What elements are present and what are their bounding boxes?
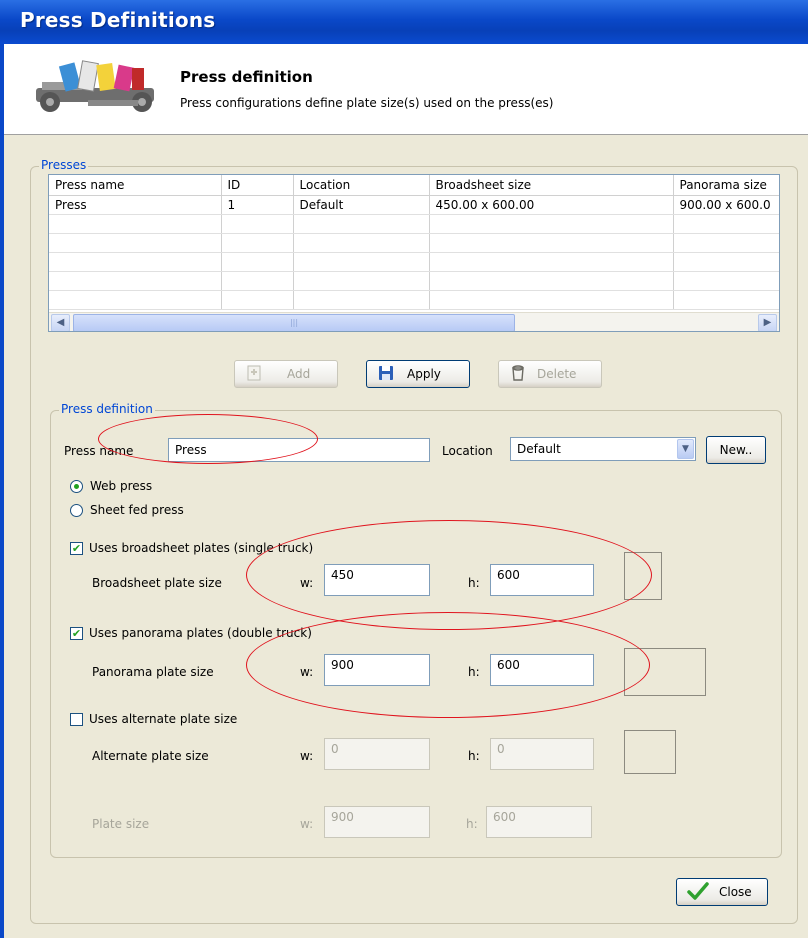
- web-press-radio[interactable]: [70, 480, 83, 493]
- close-button-label: Close: [719, 885, 752, 899]
- press-definition-legend: Press definition: [59, 402, 155, 416]
- alternate-plate-preview: [624, 730, 676, 774]
- delete-button[interactable]: Delete: [498, 360, 602, 388]
- panorama-width-input[interactable]: [324, 654, 430, 686]
- broadsheet-w-label: w:: [300, 576, 314, 590]
- scrollbar-thumb[interactable]: |||: [73, 314, 515, 331]
- press-definitions-window: Press Definitions Press definition Press…: [0, 0, 808, 938]
- sheet-fed-press-radio[interactable]: [70, 504, 83, 517]
- alternate-height-input[interactable]: [490, 738, 594, 770]
- press-name-label: Press name: [64, 444, 134, 458]
- plate-w-label: w:: [300, 817, 314, 831]
- title-bar[interactable]: Press Definitions: [0, 0, 808, 44]
- press-machine-icon: [32, 58, 162, 119]
- cell-location: Default: [293, 195, 430, 215]
- column-header-location[interactable]: Location: [293, 175, 430, 196]
- cell-panorama-size: 900.00 x 600.0: [673, 195, 779, 215]
- broadsheet-h-label: h:: [468, 576, 480, 590]
- apply-button-label: Apply: [407, 367, 441, 381]
- header-title: Press definition: [180, 68, 313, 86]
- table-row-empty: [49, 233, 779, 253]
- table-row-empty: [49, 214, 779, 234]
- broadsheet-checkbox[interactable]: ✔: [70, 542, 83, 555]
- panorama-height-input[interactable]: [490, 654, 594, 686]
- cell-id: 1: [221, 195, 294, 215]
- sheet-fed-press-label[interactable]: Sheet fed press: [90, 503, 184, 517]
- table-row-empty: [49, 271, 779, 291]
- window-title: Press Definitions: [20, 8, 216, 32]
- table-header-row: Press name ID Location Broadsheet size P…: [49, 175, 779, 196]
- header-subtitle: Press configurations define plate size(s…: [180, 96, 554, 110]
- presses-table[interactable]: Press name ID Location Broadsheet size P…: [48, 174, 780, 332]
- apply-button[interactable]: Apply: [366, 360, 470, 388]
- alternate-plate-size-label: Alternate plate size: [92, 749, 209, 763]
- broadsheet-plate-size-label: Broadsheet plate size: [92, 576, 222, 590]
- panorama-plate-size-label: Panorama plate size: [92, 665, 214, 679]
- trash-icon: [509, 364, 527, 385]
- add-document-icon: [245, 364, 263, 385]
- location-select[interactable]: Default ▼: [510, 437, 696, 461]
- column-header-press-name[interactable]: Press name: [49, 175, 222, 196]
- header-panel: Press definition Press configurations de…: [4, 44, 808, 135]
- presses-legend: Presses: [39, 158, 89, 172]
- window-border: [0, 44, 4, 938]
- checkmark-icon: [687, 881, 709, 903]
- add-button[interactable]: Add: [234, 360, 338, 388]
- add-button-label: Add: [287, 367, 311, 381]
- new-location-button-label: New..: [719, 443, 753, 457]
- close-button[interactable]: Close: [676, 878, 768, 906]
- location-select-value: Default: [517, 442, 561, 456]
- alternate-width-input[interactable]: [324, 738, 430, 770]
- alternate-h-label: h:: [468, 749, 480, 763]
- scroll-right-icon[interactable]: ▶: [758, 314, 777, 331]
- table-row-empty: [49, 290, 779, 310]
- alternate-checkbox[interactable]: [70, 713, 83, 726]
- broadsheet-checkbox-label[interactable]: Uses broadsheet plates (single truck): [89, 541, 313, 555]
- scroll-left-icon[interactable]: ◀: [51, 314, 70, 331]
- cell-press-name: Press: [49, 195, 222, 215]
- plate-height-input: [486, 806, 592, 838]
- broadsheet-height-input[interactable]: [490, 564, 594, 596]
- chevron-down-icon[interactable]: ▼: [677, 439, 694, 459]
- panorama-plate-preview: [624, 648, 706, 696]
- broadsheet-width-input[interactable]: [324, 564, 430, 596]
- delete-button-label: Delete: [537, 367, 577, 381]
- plate-width-input: [324, 806, 430, 838]
- table-row-empty: [49, 252, 779, 272]
- column-header-panorama-size[interactable]: Panorama size: [673, 175, 779, 196]
- web-press-label[interactable]: Web press: [90, 479, 152, 493]
- press-name-input[interactable]: [168, 438, 430, 462]
- panorama-w-label: w:: [300, 665, 314, 679]
- new-location-button[interactable]: New..: [706, 436, 766, 464]
- alternate-w-label: w:: [300, 749, 314, 763]
- panorama-h-label: h:: [468, 665, 480, 679]
- alternate-checkbox-label[interactable]: Uses alternate plate size: [89, 712, 237, 726]
- cell-broadsheet-size: 450.00 x 600.00: [429, 195, 674, 215]
- horizontal-scrollbar[interactable]: ◀ ||| ▶: [49, 312, 779, 331]
- column-header-broadsheet-size[interactable]: Broadsheet size: [429, 175, 674, 196]
- save-disk-icon: [377, 364, 395, 385]
- column-header-id[interactable]: ID: [221, 175, 294, 196]
- table-row[interactable]: Press 1 Default 450.00 x 600.00 900.00 x…: [49, 195, 779, 215]
- panorama-checkbox-label[interactable]: Uses panorama plates (double truck): [89, 626, 312, 640]
- panorama-checkbox[interactable]: ✔: [70, 627, 83, 640]
- plate-size-label: Plate size: [92, 817, 150, 831]
- location-label: Location: [442, 444, 493, 458]
- plate-h-label: h:: [466, 817, 478, 831]
- broadsheet-plate-preview: [624, 552, 662, 600]
